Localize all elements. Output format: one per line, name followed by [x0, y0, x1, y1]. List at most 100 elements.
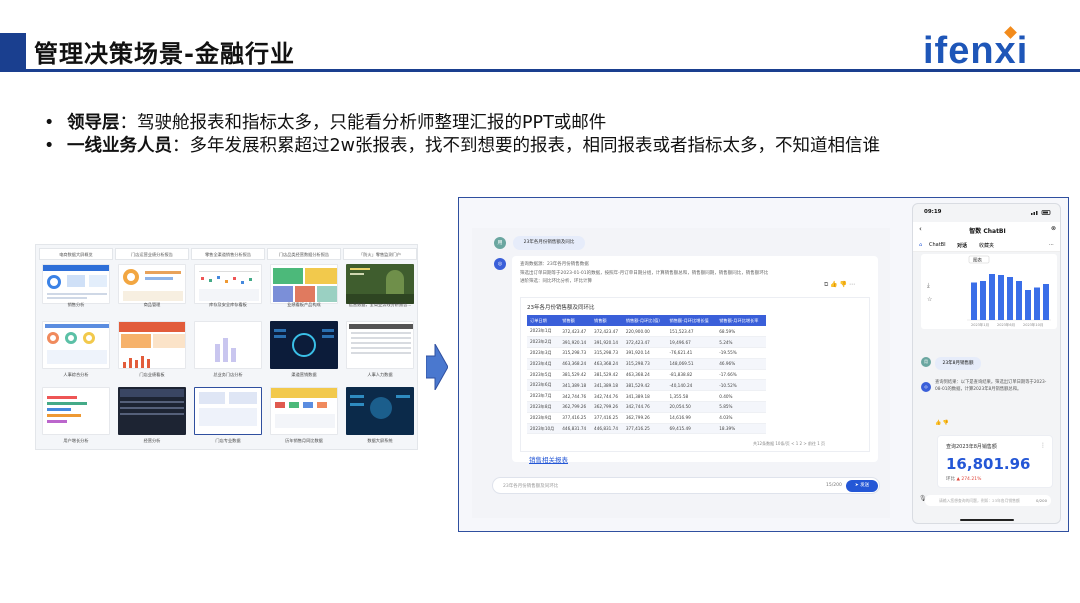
table-cell: 381,529.42	[622, 379, 667, 392]
mobile-tabs: ⌂ ChatBI 对话 收藏夹 ⋯	[913, 238, 1060, 252]
chart-bar[interactable]	[980, 281, 986, 320]
chart-selector-label[interactable]: 图表	[973, 257, 982, 264]
column-header[interactable]: 销售额-月环比(值)	[622, 315, 667, 326]
report-thumbnail[interactable]: 电商数据大屏概览 销售分析	[39, 248, 113, 310]
table-cell: 362,799.26	[591, 401, 623, 413]
chart-bar[interactable]	[1043, 284, 1049, 320]
related-reports-link[interactable]: 销售相关报表	[529, 454, 568, 464]
more-icon[interactable]: ⋯	[849, 281, 855, 288]
table-cell: 342,744.76	[591, 390, 623, 403]
chart-bar[interactable]	[1034, 287, 1040, 321]
thumbnail-image	[118, 387, 186, 435]
table-row: 2023年4月 463,368.24 463,368.24 315,298.73 148…	[527, 358, 766, 370]
table-cell: 377,416.25	[622, 423, 667, 435]
mobile-bar-chart: 图表 2023年1月 2023年6月 2023年10月	[967, 255, 1051, 327]
report-thumbnail[interactable]: 总业务门店分析	[191, 317, 265, 379]
header-divider	[0, 69, 1080, 72]
column-header[interactable]: 订单日期	[527, 315, 560, 326]
table-cell: 372,423.47	[591, 326, 623, 338]
send-button[interactable]: ➤ 发送	[846, 480, 878, 492]
chart-bar[interactable]	[998, 275, 1004, 320]
char-counter: 15/200	[826, 483, 842, 488]
report-thumbnail[interactable]: 人事综合分析	[39, 317, 113, 379]
answer-toolbar: ⧉ 👍 👎 ⋯	[824, 281, 855, 289]
table-cell: 341,389.18	[622, 390, 667, 403]
table-cell: 1,355.58	[666, 390, 717, 403]
download-icon[interactable]: ⤓	[927, 282, 930, 290]
table-cell: -76,621.41	[666, 347, 717, 359]
column-header[interactable]: 销售额-月环比增长值	[666, 315, 717, 326]
slide-title: 管理决策场景-金融行业	[34, 40, 295, 68]
bullet-item: 一线业务人员：多年发展积累超过2w张报表，找不到想要的报表，相同报表或者指标太多…	[42, 135, 880, 158]
report-thumbnail[interactable]: 用户增长分析	[39, 383, 113, 445]
report-thumbnail[interactable]: 渠道营销数据	[267, 317, 341, 379]
table-cell: -40,140.24	[666, 379, 717, 392]
x-axis-label: 2023年10月	[1023, 322, 1043, 327]
report-thumbnail-grid: 电商数据大屏概览 销售分析 门店运营业绩分析报告 商品管理 零售全渠道销售分析报…	[35, 244, 418, 450]
report-thumbnail[interactable]: 人事人力数据	[343, 317, 417, 379]
table-cell: 2023年6月	[527, 379, 560, 392]
tab-chatbi[interactable]: ChatBI	[929, 242, 946, 248]
mobile-input-placeholder: 请输入您想查询的问题，例如：23年各月销售额	[939, 498, 1020, 503]
table-cell: 2023年9月	[527, 412, 560, 424]
chart-bar[interactable]	[989, 274, 995, 320]
bot-avatar: ◎	[921, 382, 931, 392]
table-cell: 19,496.67	[666, 336, 717, 349]
table-cell: 68.59%	[716, 326, 766, 338]
mobile-chart-card: 图表 2023年1月 2023年6月 2023年10月 ⤓ ☆	[921, 254, 1057, 329]
tab-favorites[interactable]: 收藏夹	[979, 242, 994, 249]
tab-dialog[interactable]: 对话	[957, 242, 967, 249]
thumbnail-caption: 渠道营销数据	[291, 372, 317, 377]
table-cell: 362,799.26	[559, 401, 592, 413]
table-cell: 342,744.76	[559, 390, 592, 403]
table-cell: 377,416.25	[559, 412, 592, 424]
bullet-term: 领导层	[67, 113, 120, 133]
report-thumbnail[interactable]: 「防火」零售监测门户 运营数据，全局业务线分析报告...	[343, 248, 417, 310]
chat-input-bar[interactable]: 23年各月份销售额及同环比 15/200 ➤ 发送	[492, 477, 880, 494]
thumbnail-image	[118, 264, 186, 304]
thumb-up-icon[interactable]: 👍	[830, 281, 837, 288]
copy-icon[interactable]: ⧉	[824, 281, 828, 288]
thumb-down-icon[interactable]: 👎	[840, 281, 847, 288]
report-thumbnail[interactable]: 门店运营业绩分析报告 商品管理	[115, 248, 189, 310]
thumbnail-caption: 业绩看板产品构成	[287, 302, 321, 307]
table-row: 2023年10月 446,831.74 446,831.74 377,416.25 69…	[527, 423, 766, 435]
chart-bar[interactable]	[1025, 290, 1031, 320]
column-header[interactable]: 销售额-月环比增长率	[716, 315, 766, 326]
chart-bar[interactable]	[971, 282, 977, 321]
chat-input-text[interactable]: 23年各月份销售额及同环比	[503, 483, 558, 489]
kpi-more-icon[interactable]: ⋮	[1040, 442, 1046, 449]
table-cell: 446,831.74	[559, 423, 592, 435]
report-thumbnail[interactable]: 经营分析	[115, 383, 189, 445]
chart-bar[interactable]	[1007, 277, 1013, 320]
report-thumbnail[interactable]: 门店专业数据	[191, 383, 265, 445]
bullet-item: 领导层：驾驶舱报表和指标太多，只能看分析师整理汇报的PPT或邮件	[42, 112, 880, 135]
close-icon[interactable]: ⊗	[1051, 225, 1056, 232]
table-cell: 0.40%	[716, 390, 766, 403]
table-cell: -17.66%	[716, 369, 766, 381]
report-thumbnail[interactable]: 零售全渠道销售分析报告 库存及安全库存看板	[191, 248, 265, 310]
table-row: 2023年7月 342,744.76 342,744.76 341,389.18 1,3…	[527, 390, 766, 403]
thumbnail-image	[270, 321, 338, 369]
bookmark-icon[interactable]: ☆	[927, 296, 932, 303]
table-cell: 5.24%	[716, 336, 766, 349]
thumbnail-image	[270, 264, 338, 304]
column-header[interactable]: 销售额	[591, 315, 623, 326]
column-header[interactable]: 销售额	[559, 315, 592, 326]
chart-bar[interactable]	[1016, 281, 1022, 320]
more-icon[interactable]: ⋯	[1049, 242, 1054, 248]
report-thumbnail[interactable]: 门店品类经营数据分析报告 业绩看板产品构成	[267, 248, 341, 310]
thumbnail-caption: 人事人力数据	[367, 372, 393, 377]
x-axis-label: 2023年6月	[997, 322, 1015, 327]
thumbnail-image	[42, 387, 110, 435]
table-pagination[interactable]: 共12条数据 10条/页 < 1 2 > 前往 1 页	[753, 441, 825, 447]
home-icon[interactable]: ⌂	[919, 242, 922, 248]
report-thumbnail[interactable]: 数据大屏系统	[343, 383, 417, 445]
report-thumbnail[interactable]: 历年销售月同比数据	[267, 383, 341, 445]
thumbnail-caption: 经营分析	[143, 438, 161, 443]
table-cell: 18.39%	[716, 423, 766, 435]
table-cell: 14,616.99	[666, 412, 717, 424]
mobile-chat-input[interactable]: 请输入您想查询的问题，例如：23年各月销售额 0/200	[925, 495, 1051, 506]
report-thumbnail[interactable]: 门店业绩看板	[115, 317, 189, 379]
feedback-icons[interactable]: 👍 👎	[935, 420, 949, 426]
